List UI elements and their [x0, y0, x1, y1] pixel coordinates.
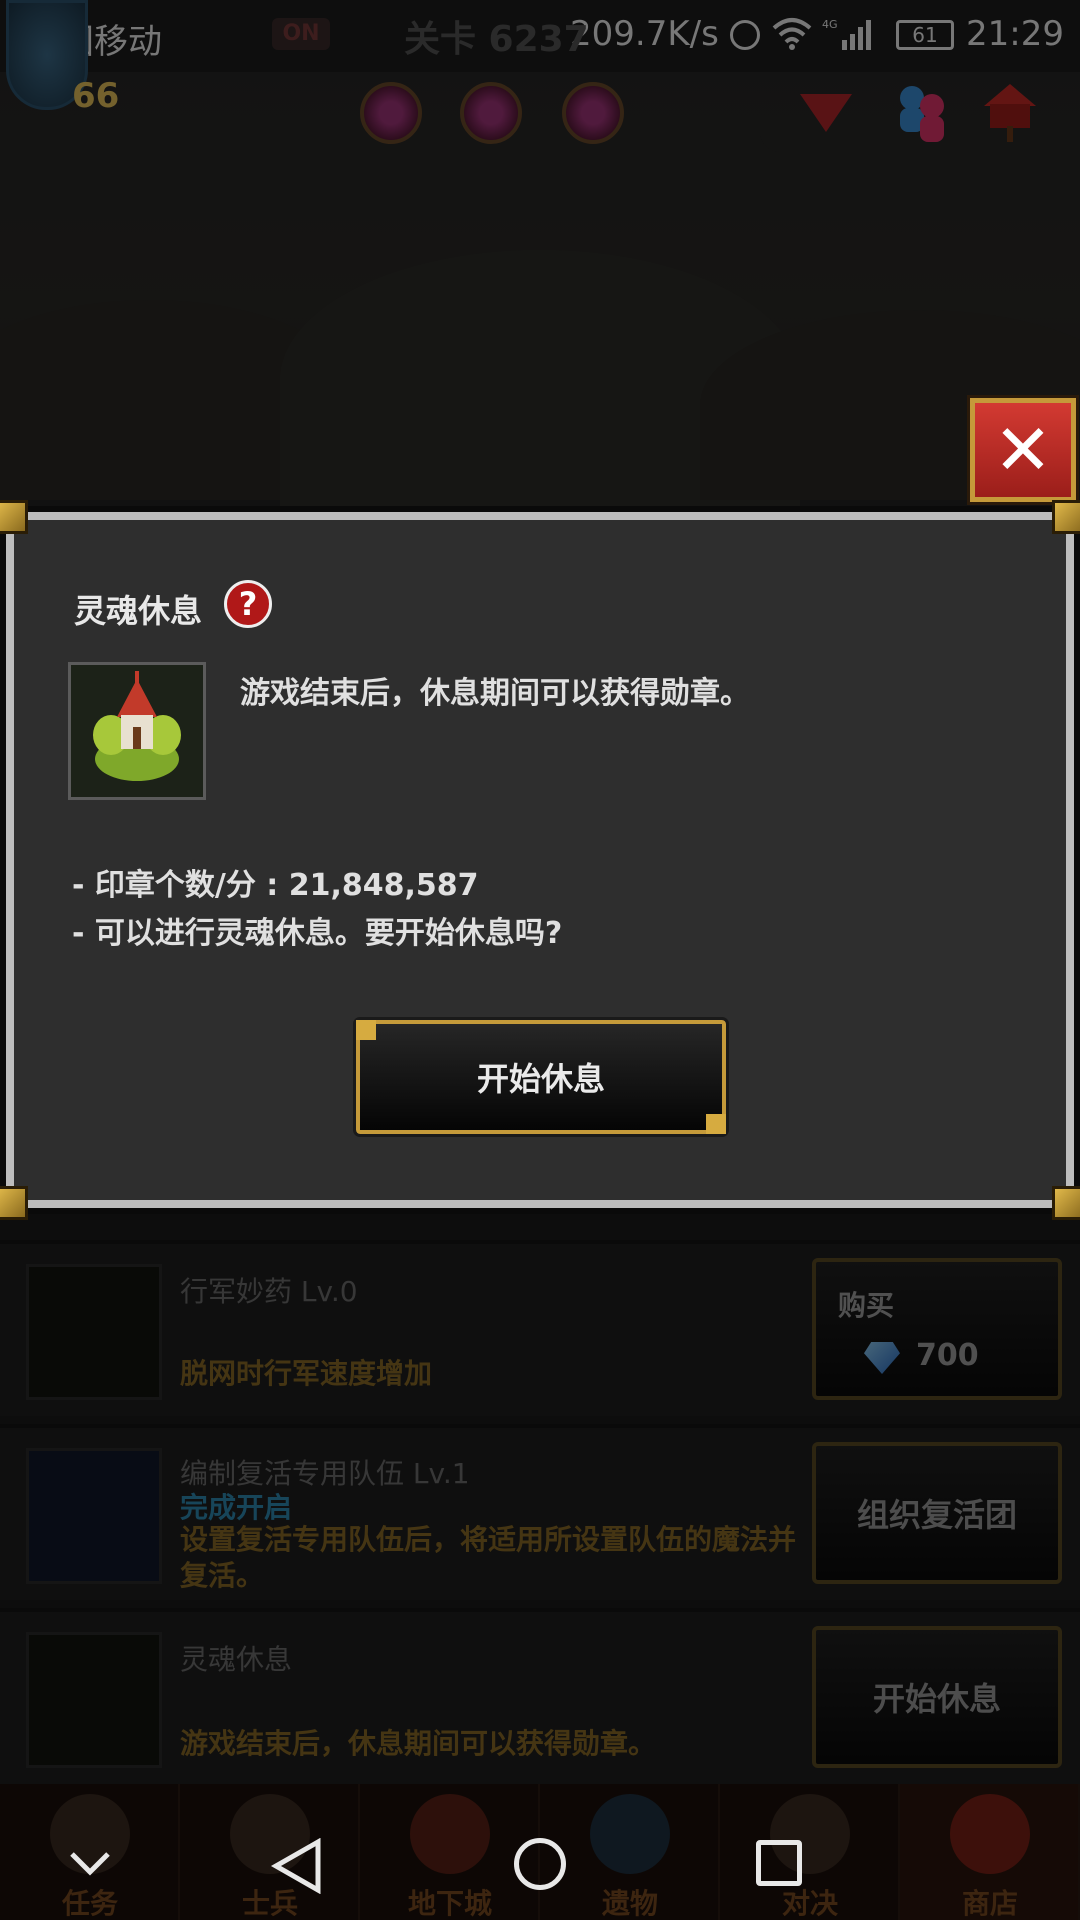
- start-rest-button[interactable]: 开始休息: [353, 1017, 729, 1137]
- church-tree-icon: [93, 671, 181, 781]
- soul-rest-dialog: 灵魂休息 ? 游戏结束后，休息期间可以获得勋章。 - 印章个数/分 : 21,8…: [0, 500, 1080, 1220]
- medals-per-minute: - 印章个数/分 : 21,848,587: [72, 868, 479, 903]
- recent-apps-icon[interactable]: [756, 1840, 802, 1886]
- help-icon[interactable]: ?: [224, 580, 272, 628]
- back-icon[interactable]: [270, 1838, 324, 1894]
- close-icon: ✕: [993, 409, 1053, 491]
- start-rest-label: 开始休息: [476, 1060, 605, 1098]
- chevron-down-icon[interactable]: [70, 1852, 110, 1876]
- frame-corner: [0, 500, 28, 534]
- home-icon[interactable]: [514, 1838, 566, 1890]
- frame-corner: [1052, 500, 1080, 534]
- soul-rest-thumbnail: [68, 662, 206, 800]
- frame-corner: [0, 1186, 28, 1220]
- dialog-description: 游戏结束后，休息期间可以获得勋章。: [240, 676, 750, 711]
- dialog-title: 灵魂休息: [74, 592, 203, 630]
- frame-corner: [1052, 1186, 1080, 1220]
- rest-prompt: - 可以进行灵魂休息。要开始休息吗?: [72, 916, 563, 951]
- close-button[interactable]: ✕: [967, 395, 1079, 505]
